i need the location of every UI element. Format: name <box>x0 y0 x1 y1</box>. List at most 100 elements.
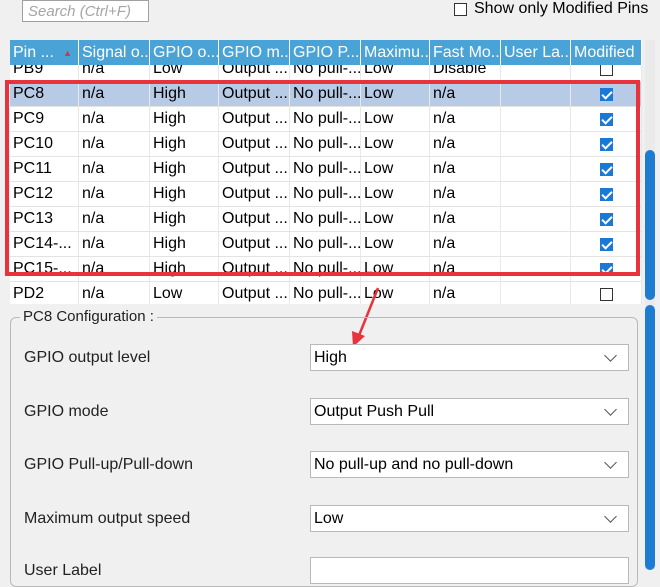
cell-signal: n/a <box>79 132 150 156</box>
cell-gpio-pull: No pull-... <box>290 132 361 156</box>
cell-gpio-output: High <box>150 107 219 131</box>
table-scrollbar-thumb[interactable] <box>645 150 655 300</box>
cell-max-speed: Low <box>361 257 430 281</box>
table-row[interactable]: PC9 n/a High Output ... No pull-... Low n/a <box>10 107 642 132</box>
table-row[interactable]: PD2 n/a Low Output ... No pull-... Low n/a <box>10 282 642 304</box>
cell-user-label <box>501 232 571 256</box>
cell-fast-mode: n/a <box>430 107 501 131</box>
cell-gpio-pull: No pull-... <box>290 232 361 256</box>
config-row-pull: GPIO Pull-up/Pull-down No pull-up and no… <box>24 451 630 478</box>
cell-gpio-pull: No pull-... <box>290 207 361 231</box>
cell-modified <box>571 82 642 106</box>
cell-fast-mode: n/a <box>430 282 501 304</box>
column-header-max-speed[interactable]: Maximu... <box>361 40 430 65</box>
cell-fast-mode: n/a <box>430 157 501 181</box>
cell-max-speed: Low <box>361 232 430 256</box>
cell-signal: n/a <box>79 107 150 131</box>
table-row[interactable]: PC11 n/a High Output ... No pull-... Low n/a <box>10 157 642 182</box>
checked-checkbox-icon[interactable] <box>599 237 613 251</box>
pin-table: PB9 n/a Low Output ... No pull-... Low Disable… <box>10 40 642 304</box>
cell-modified <box>571 182 642 206</box>
gpio-mode-select[interactable]: Output Push Pull <box>310 398 629 425</box>
cell-modified <box>571 257 642 281</box>
checked-checkbox-icon[interactable] <box>599 87 613 101</box>
cell-pin: PC14-... <box>10 232 79 256</box>
cell-fast-mode: n/a <box>430 132 501 156</box>
config-row-gpio-mode: GPIO mode Output Push Pull <box>24 398 630 425</box>
checked-checkbox-icon[interactable] <box>599 162 613 176</box>
cell-signal: n/a <box>79 232 150 256</box>
output-level-label: GPIO output level <box>24 348 151 366</box>
column-header-modified[interactable]: Modified <box>571 40 642 65</box>
cell-pin: PC13 <box>10 207 79 231</box>
cell-pin: PC9 <box>10 107 79 131</box>
user-label-input[interactable] <box>310 557 629 584</box>
show-only-modified-checkbox[interactable] <box>454 2 467 16</box>
cell-user-label <box>501 82 571 106</box>
table-row[interactable]: PC15-... n/a High Output ... No pull-... Low n… <box>10 257 642 282</box>
pull-select[interactable]: No pull-up and no pull-down <box>310 451 629 478</box>
cell-gpio-pull: No pull-... <box>290 157 361 181</box>
table-row[interactable]: PC12 n/a High Output ... No pull-... Low n/a <box>10 182 642 207</box>
cell-pin: PC12 <box>10 182 79 206</box>
show-only-modified-toggle[interactable]: Show only Modified Pins <box>454 0 648 18</box>
column-header-gpio-output[interactable]: GPIO o... <box>150 40 219 65</box>
cell-gpio-output: High <box>150 182 219 206</box>
unchecked-checkbox-icon[interactable] <box>599 287 613 301</box>
speed-value: Low <box>314 509 344 527</box>
checked-checkbox-icon[interactable] <box>599 112 613 126</box>
cell-gpio-output: High <box>150 207 219 231</box>
cell-gpio-mode: Output ... <box>219 107 290 131</box>
sort-ascending-icon: ▲ <box>63 48 72 58</box>
cell-max-speed: Low <box>361 182 430 206</box>
column-header-gpio-pull[interactable]: GPIO P... <box>290 40 361 65</box>
cell-gpio-output: Low <box>150 282 219 304</box>
cell-gpio-pull: No pull-... <box>290 82 361 106</box>
gpio-mode-label: GPIO mode <box>24 402 109 420</box>
cell-fast-mode: n/a <box>430 207 501 231</box>
column-header-user-label[interactable]: User La... <box>501 40 571 65</box>
user-label-label: User Label <box>24 561 102 579</box>
column-header-signal[interactable]: Signal o... <box>79 40 150 65</box>
cell-fast-mode: n/a <box>430 182 501 206</box>
cell-gpio-output: High <box>150 132 219 156</box>
cell-gpio-pull: No pull-... <box>290 182 361 206</box>
pull-value: No pull-up and no pull-down <box>314 455 514 473</box>
column-header-fast-mode[interactable]: Fast Mo... <box>430 40 501 65</box>
cell-gpio-output: High <box>150 232 219 256</box>
table-row[interactable]: PC13 n/a High Output ... No pull-... Low n/a <box>10 207 642 232</box>
output-level-select[interactable]: High <box>310 344 629 371</box>
config-row-output-level: GPIO output level High <box>24 344 630 371</box>
cell-gpio-output: High <box>150 157 219 181</box>
cell-gpio-mode: Output ... <box>219 257 290 281</box>
table-row[interactable]: PC14-... n/a High Output ... No pull-... Low n… <box>10 232 642 257</box>
checked-checkbox-icon[interactable] <box>599 212 613 226</box>
column-header-gpio-mode[interactable]: GPIO m... <box>219 40 290 65</box>
checked-checkbox-icon[interactable] <box>599 187 613 201</box>
cell-modified <box>571 232 642 256</box>
column-header-pin[interactable]: Pin ... ▲ <box>10 40 79 65</box>
cell-gpio-pull: No pull-... <box>290 257 361 281</box>
cell-gpio-pull: No pull-... <box>290 107 361 131</box>
pin-table-body: PB9 n/a Low Output ... No pull-... Low Disable… <box>10 57 642 304</box>
cell-gpio-mode: Output ... <box>219 132 290 156</box>
show-only-modified-label: Show only Modified Pins <box>474 0 649 17</box>
cell-modified <box>571 282 642 304</box>
table-row[interactable]: PC10 n/a High Output ... No pull-... Low n/a <box>10 132 642 157</box>
pull-label: GPIO Pull-up/Pull-down <box>24 455 193 473</box>
checked-checkbox-icon[interactable] <box>599 262 613 276</box>
cell-modified <box>571 157 642 181</box>
cell-modified <box>571 207 642 231</box>
cell-user-label <box>501 157 571 181</box>
config-row-user-label: User Label <box>24 557 630 584</box>
chevron-down-icon <box>604 456 617 469</box>
speed-select[interactable]: Low <box>310 505 629 532</box>
cell-gpio-output: High <box>150 257 219 281</box>
cell-signal: n/a <box>79 157 150 181</box>
cell-pin: PC15-... <box>10 257 79 281</box>
search-input[interactable] <box>22 0 149 22</box>
table-row[interactable]: PC8 n/a High Output ... No pull-... Low n/a <box>10 82 642 107</box>
checked-checkbox-icon[interactable] <box>599 137 613 151</box>
config-scrollbar-thumb[interactable] <box>645 305 655 570</box>
cell-max-speed: Low <box>361 107 430 131</box>
